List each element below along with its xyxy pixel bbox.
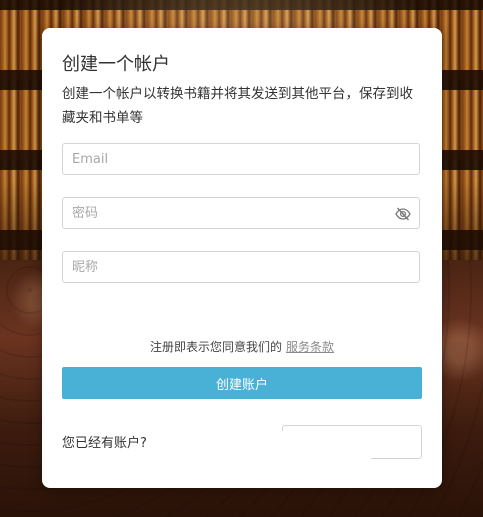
password-field-wrapper xyxy=(62,197,420,229)
terms-text: 注册即表示您同意我们的 xyxy=(149,340,282,354)
create-account-button[interactable]: 创建账户 xyxy=(62,367,422,399)
terms-notice: 注册即表示您同意我们的 服务条款 xyxy=(42,338,442,355)
nickname-field[interactable] xyxy=(63,252,419,282)
have-account-text: 您已经有账户? xyxy=(62,436,147,451)
email-field-wrapper xyxy=(62,143,420,175)
obscured-overlay xyxy=(279,431,371,467)
password-field[interactable] xyxy=(63,198,419,228)
login-button[interactable] xyxy=(279,425,422,467)
signup-card: 创建一个帐户 创建一个帐户以转换书籍并将其发送到其他平台，保存到收藏夹和书单等 … xyxy=(42,28,442,488)
nickname-field-wrapper xyxy=(62,251,420,283)
terms-of-service-link[interactable]: 服务条款 xyxy=(286,340,334,354)
eye-slash-icon[interactable] xyxy=(395,206,411,222)
page-title: 创建一个帐户 xyxy=(62,54,170,75)
email-field[interactable] xyxy=(63,144,419,174)
page-subtitle: 创建一个帐户以转换书籍并将其发送到其他平台，保存到收藏夹和书单等 xyxy=(62,86,413,126)
